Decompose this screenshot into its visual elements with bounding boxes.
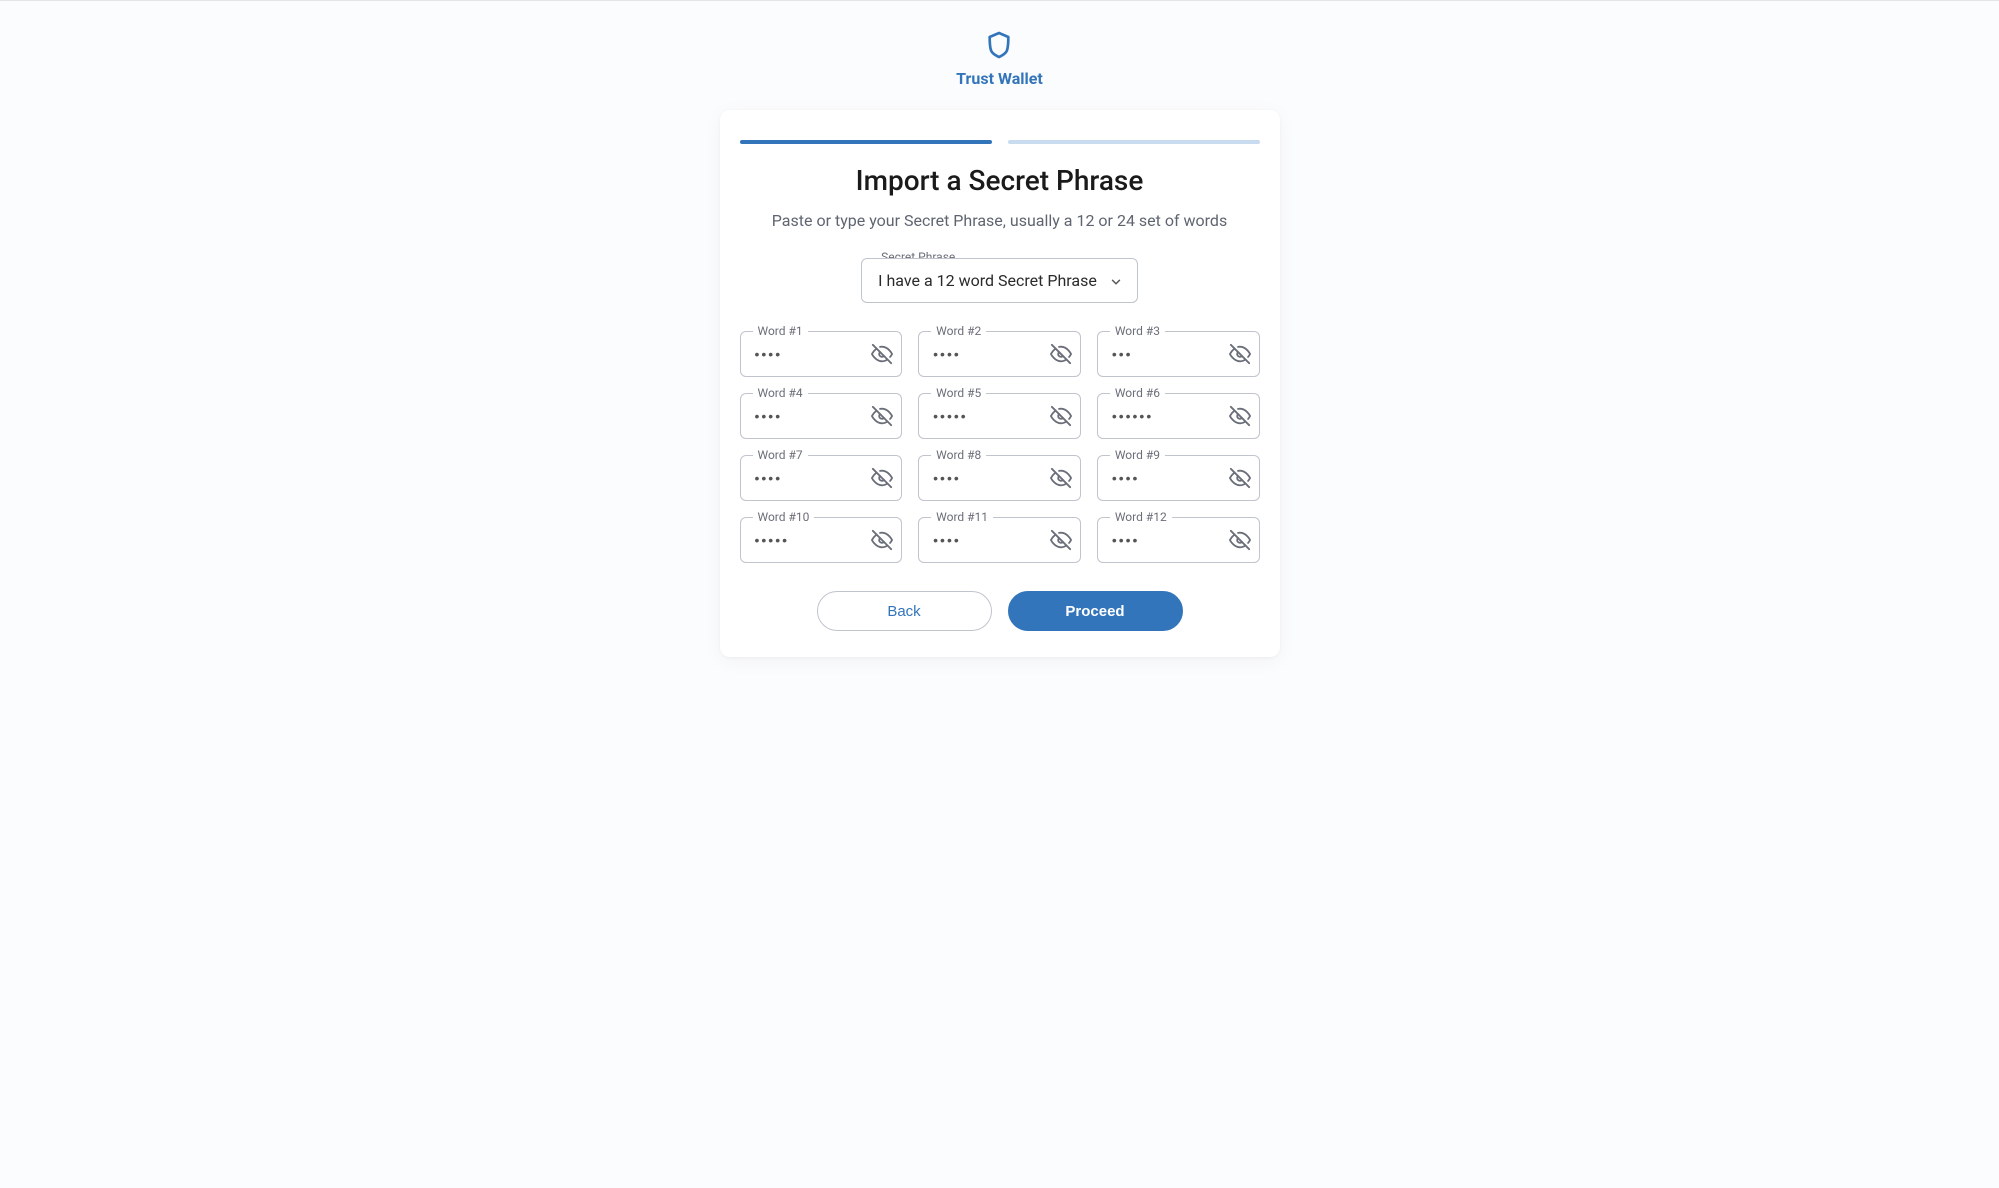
eye-off-icon[interactable] [871, 405, 893, 427]
word-input-2[interactable] [933, 346, 1042, 362]
word-field-12: Word #12 [1097, 517, 1260, 563]
eye-off-icon[interactable] [1050, 529, 1072, 551]
word-field-7: Word #7 [740, 455, 903, 501]
phrase-length-select[interactable]: I have a 12 word Secret Phrase [861, 258, 1138, 303]
word-input-12[interactable] [1112, 532, 1221, 548]
word-label-9: Word #9 [1110, 448, 1165, 462]
back-button[interactable]: Back [817, 591, 992, 631]
chevron-down-icon [1109, 274, 1123, 288]
eye-off-icon[interactable] [871, 467, 893, 489]
word-input-10[interactable] [755, 532, 864, 548]
word-label-10: Word #10 [753, 510, 815, 524]
progress-step-2 [1008, 140, 1260, 144]
action-row: Back Proceed [740, 591, 1260, 631]
proceed-button[interactable]: Proceed [1008, 591, 1183, 631]
word-label-6: Word #6 [1110, 386, 1165, 400]
progress-step-1 [740, 140, 992, 144]
word-field-4: Word #4 [740, 393, 903, 439]
word-label-1: Word #1 [753, 324, 808, 338]
word-input-11[interactable] [933, 532, 1042, 548]
word-label-2: Word #2 [931, 324, 986, 338]
word-input-7[interactable] [755, 470, 864, 486]
word-field-2: Word #2 [918, 331, 1081, 377]
word-label-11: Word #11 [931, 510, 993, 524]
eye-off-icon[interactable] [1229, 343, 1251, 365]
eye-off-icon[interactable] [871, 343, 893, 365]
word-label-5: Word #5 [931, 386, 986, 400]
word-label-12: Word #12 [1110, 510, 1172, 524]
word-label-8: Word #8 [931, 448, 986, 462]
word-input-8[interactable] [933, 470, 1042, 486]
word-input-4[interactable] [755, 408, 864, 424]
eye-off-icon[interactable] [871, 529, 893, 551]
word-input-9[interactable] [1112, 470, 1221, 486]
eye-off-icon[interactable] [1050, 405, 1072, 427]
word-label-4: Word #4 [753, 386, 808, 400]
word-field-10: Word #10 [740, 517, 903, 563]
word-input-1[interactable] [755, 346, 864, 362]
word-field-3: Word #3 [1097, 331, 1260, 377]
page-title: Import a Secret Phrase [856, 164, 1144, 197]
word-input-5[interactable] [933, 408, 1042, 424]
brand-header: Trust Wallet [956, 29, 1043, 88]
eye-off-icon[interactable] [1050, 343, 1072, 365]
page-subtitle: Paste or type your Secret Phrase, usuall… [772, 211, 1227, 230]
word-field-6: Word #6 [1097, 393, 1260, 439]
eye-off-icon[interactable] [1229, 405, 1251, 427]
eye-off-icon[interactable] [1229, 529, 1251, 551]
word-input-3[interactable] [1112, 346, 1221, 362]
word-input-6[interactable] [1112, 408, 1221, 424]
eye-off-icon[interactable] [1229, 467, 1251, 489]
word-field-11: Word #11 [918, 517, 1081, 563]
word-field-9: Word #9 [1097, 455, 1260, 501]
words-grid: Word #1 Word #2 Word #3 Word #4 Word #5 … [740, 331, 1260, 563]
eye-off-icon[interactable] [1050, 467, 1072, 489]
word-label-7: Word #7 [753, 448, 808, 462]
shield-icon [983, 29, 1015, 61]
progress-bar [740, 140, 1260, 144]
phrase-select-value: I have a 12 word Secret Phrase [878, 271, 1097, 290]
word-field-5: Word #5 [918, 393, 1081, 439]
import-card: Import a Secret Phrase Paste or type you… [720, 110, 1280, 657]
word-label-3: Word #3 [1110, 324, 1165, 338]
brand-name: Trust Wallet [956, 69, 1043, 88]
word-field-8: Word #8 [918, 455, 1081, 501]
word-field-1: Word #1 [740, 331, 903, 377]
phrase-length-select-wrap: Secret Phrase I have a 12 word Secret Ph… [861, 258, 1138, 303]
